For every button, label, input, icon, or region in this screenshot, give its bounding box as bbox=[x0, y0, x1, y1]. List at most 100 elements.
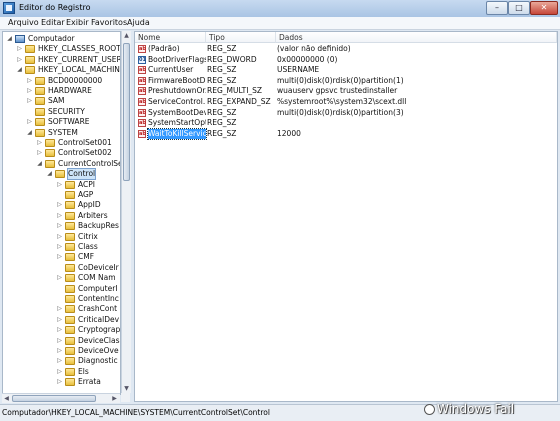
expand-arrow-icon[interactable]: ▷ bbox=[56, 304, 63, 314]
tree-item-label[interactable]: SECURITY bbox=[48, 107, 85, 117]
tree-item[interactable]: ▷ Arbiters bbox=[3, 211, 120, 221]
tree-item[interactable]: ◢ HKEY_LOCAL_MACHINE bbox=[3, 65, 120, 75]
tree-item-label[interactable]: DeviceClas bbox=[78, 336, 119, 346]
value-row[interactable]: abSystemStartOpti...REG_SZ bbox=[135, 118, 555, 129]
expand-arrow-icon[interactable]: ▷ bbox=[56, 252, 63, 262]
tree-item-label[interactable]: SAM bbox=[48, 96, 65, 106]
expand-arrow-icon[interactable]: ▷ bbox=[16, 44, 23, 54]
value-row[interactable]: abSystemBootDevi...REG_SZ multi(0)disk(0)… bbox=[135, 108, 555, 119]
tree-item[interactable]: ▷ COM Nam bbox=[3, 273, 120, 283]
expand-arrow-icon[interactable]: ▷ bbox=[56, 315, 63, 325]
menu-ajuda[interactable]: Ajuda bbox=[127, 18, 150, 27]
title-bar[interactable]: Editor do Registro – □ ✕ bbox=[0, 0, 560, 18]
menu-exibir[interactable]: Exibir bbox=[66, 18, 89, 27]
expand-arrow-icon[interactable]: ▷ bbox=[36, 148, 43, 158]
value-name[interactable]: CurrentUser bbox=[148, 65, 206, 76]
tree-item-label[interactable]: ControlSet001 bbox=[58, 138, 112, 148]
expand-arrow-icon[interactable]: ▷ bbox=[56, 200, 63, 210]
tree-item[interactable]: ▷ CriticalDev bbox=[3, 315, 120, 325]
expand-arrow-icon[interactable]: ▷ bbox=[26, 76, 33, 86]
expand-arrow-icon[interactable]: ▷ bbox=[56, 211, 63, 221]
tree-item-label[interactable]: Citrix bbox=[78, 232, 98, 242]
expand-arrow-icon[interactable]: ▷ bbox=[56, 242, 63, 252]
collapse-arrow-icon[interactable]: ◢ bbox=[36, 159, 43, 169]
tree-item[interactable]: ▷ DeviceClas bbox=[3, 336, 120, 346]
tree-item-label[interactable]: ACPI bbox=[78, 180, 95, 190]
expand-arrow-icon[interactable]: ▷ bbox=[56, 273, 63, 283]
menu-arquivo[interactable]: Arquivo bbox=[8, 18, 39, 27]
tree-horizontal-scrollbar[interactable]: ◀ ▶ bbox=[2, 393, 120, 403]
registry-values-list[interactable]: Nome Tipo Dados ab (Padrão) REG_SZ (valor n… bbox=[134, 31, 558, 402]
value-name[interactable]: BootDriverFlags bbox=[148, 55, 206, 66]
expand-arrow-icon[interactable]: ▷ bbox=[56, 336, 63, 346]
collapse-arrow-icon[interactable]: ◢ bbox=[6, 34, 13, 44]
column-header-data[interactable]: Dados bbox=[276, 32, 557, 43]
expand-arrow-icon[interactable]: ▷ bbox=[26, 117, 33, 127]
tree-item-label[interactable]: Els bbox=[78, 367, 89, 377]
tree-item[interactable]: ▷ Cryptograp bbox=[3, 325, 120, 335]
tree-item[interactable]: ▷ HKEY_CLASSES_ROOT bbox=[3, 44, 120, 54]
tree-item-label[interactable]: COM Nam bbox=[78, 273, 116, 283]
tree-item-label[interactable]: Diagnostic bbox=[78, 356, 118, 366]
value-name[interactable]: FirmwareBootD... bbox=[148, 76, 206, 87]
tree-item-label[interactable]: HKEY_CURRENT_USER bbox=[38, 55, 120, 65]
value-name[interactable]: SystemStartOpti... bbox=[148, 118, 206, 129]
tree-item-label[interactable]: AGP bbox=[78, 190, 93, 200]
maximize-button[interactable]: □ bbox=[508, 1, 530, 15]
tree-item[interactable]: ▷ BackupRes bbox=[3, 221, 120, 231]
expand-arrow-icon[interactable]: ▷ bbox=[56, 180, 63, 190]
tree-item-label[interactable]: Control bbox=[66, 168, 97, 181]
value-name[interactable]: SystemBootDevi... bbox=[148, 108, 206, 119]
tree-item-label[interactable]: ComputerI bbox=[78, 284, 118, 294]
menu-favoritos[interactable]: Favoritos bbox=[91, 18, 127, 27]
expand-arrow-icon[interactable]: ▷ bbox=[56, 356, 63, 366]
expand-arrow-icon[interactable]: ▷ bbox=[56, 232, 63, 242]
expand-arrow-icon[interactable]: ▷ bbox=[56, 377, 63, 387]
value-row[interactable]: 01 BootDriverFlags REG_DWORD 0x00000000 (0) bbox=[135, 55, 555, 66]
tree-item[interactable]: ◢ Control bbox=[3, 168, 120, 181]
expand-arrow-icon[interactable]: ▷ bbox=[56, 346, 63, 356]
scroll-down-arrow-icon[interactable]: ▼ bbox=[122, 384, 131, 393]
tree-item[interactable]: ▷ DeviceOve bbox=[3, 346, 120, 356]
collapse-arrow-icon[interactable]: ◢ bbox=[16, 65, 23, 75]
tree-item-label[interactable]: BCD00000000 bbox=[48, 76, 102, 86]
value-row[interactable]: ab CurrentUser REG_SZ USERNAME bbox=[135, 65, 555, 76]
value-name[interactable]: ServiceControl... bbox=[148, 97, 206, 108]
scroll-left-arrow-icon[interactable]: ◀ bbox=[2, 394, 11, 403]
tree-item[interactable]: ▷ Diagnostic bbox=[3, 356, 120, 366]
expand-arrow-icon[interactable]: ▷ bbox=[56, 221, 63, 231]
tree-item-label[interactable]: CoDeviceIr bbox=[78, 263, 119, 273]
expand-arrow-icon[interactable]: ▷ bbox=[26, 86, 33, 96]
minimize-button[interactable]: – bbox=[486, 1, 508, 15]
tree-item-label[interactable]: Cryptograp bbox=[78, 325, 120, 335]
collapse-arrow-icon[interactable]: ◢ bbox=[46, 169, 53, 179]
tree-item-label[interactable]: HARDWARE bbox=[48, 86, 92, 96]
tree-item[interactable]: ▷ Citrix bbox=[3, 232, 120, 242]
value-row[interactable]: ab (Padrão) REG_SZ (valor não definido) bbox=[135, 44, 555, 55]
tree-scroll-thumb[interactable] bbox=[123, 43, 130, 181]
column-header-type[interactable]: Tipo bbox=[206, 32, 276, 43]
tree-item-label[interactable]: ControlSet002 bbox=[58, 148, 112, 158]
tree-item-label[interactable]: CrashCont bbox=[78, 304, 117, 314]
tree-item[interactable]: SECURITY bbox=[3, 107, 120, 117]
tree-item-label[interactable]: HKEY_LOCAL_MACHINE bbox=[38, 65, 120, 75]
registry-key-tree[interactable]: ◢ Computador ▷ HKEY_CLASSES_ROOT ▷ HKEY_CURRE… bbox=[2, 31, 121, 395]
scroll-right-arrow-icon[interactable]: ▶ bbox=[110, 394, 119, 403]
scroll-up-arrow-icon[interactable]: ▲ bbox=[122, 31, 131, 40]
tree-item[interactable]: CoDeviceIr bbox=[3, 263, 120, 273]
expand-arrow-icon[interactable]: ▷ bbox=[36, 138, 43, 148]
tree-item[interactable]: ◢ SYSTEM bbox=[3, 128, 120, 138]
tree-item[interactable]: ▷ ControlSet002 bbox=[3, 148, 120, 158]
tree-item[interactable]: ▷ SOFTWARE bbox=[3, 117, 120, 127]
tree-item[interactable]: ◢ Computador bbox=[3, 34, 120, 44]
tree-item-label[interactable]: CurrentControlSet bbox=[58, 159, 120, 169]
tree-item-label[interactable]: DeviceOve bbox=[78, 346, 119, 356]
value-name[interactable]: WaitToKillServic... bbox=[147, 127, 207, 141]
value-row[interactable]: abFirmwareBootD...REG_SZ multi(0)disk(0)r… bbox=[135, 76, 555, 87]
tree-item[interactable]: ▷ AppID bbox=[3, 200, 120, 210]
expand-arrow-icon[interactable]: ▷ bbox=[56, 367, 63, 377]
tree-item-label[interactable]: HKEY_CLASSES_ROOT bbox=[38, 44, 120, 54]
tree-item-label[interactable]: CriticalDev bbox=[78, 315, 119, 325]
value-row[interactable]: abWaitToKillServic...REG_SZ 12000 bbox=[135, 127, 555, 141]
tree-item[interactable]: ▷ CMF bbox=[3, 252, 120, 262]
